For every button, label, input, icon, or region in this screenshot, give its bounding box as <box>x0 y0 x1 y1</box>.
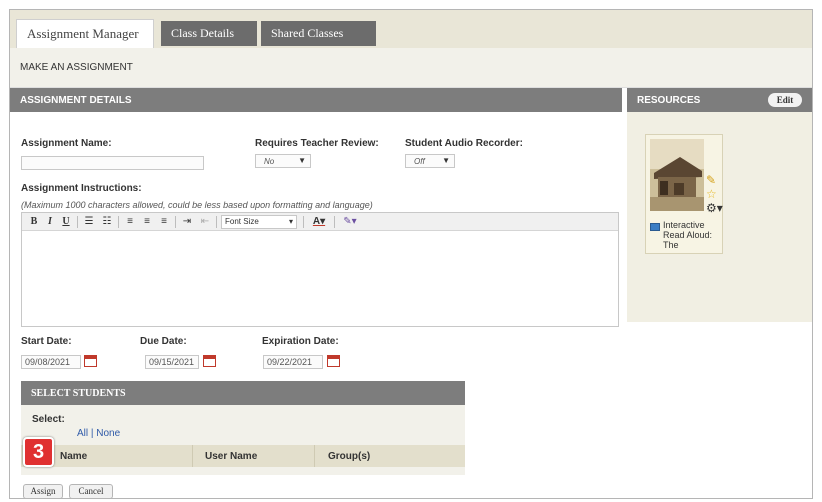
pencil-icon[interactable]: ✎ <box>706 173 720 187</box>
tab-shared-classes[interactable]: Shared Classes <box>261 21 376 46</box>
chevron-down-icon: ▾ <box>288 217 293 226</box>
toolbar-divider <box>334 216 335 228</box>
resource-thumbnail <box>650 139 704 211</box>
chevron-down-icon: ▼ <box>298 156 306 165</box>
tab-class-details[interactable]: Class Details <box>161 21 257 46</box>
teacher-review-select[interactable]: No ▼ <box>255 154 311 168</box>
due-date-label: Due Date: <box>140 336 187 347</box>
select-students-header: SELECT STUDENTS <box>21 381 465 405</box>
instructions-hint: (Maximum 1000 characters allowed, could … <box>21 200 373 210</box>
indent-icon[interactable]: ⇥ <box>180 215 194 229</box>
calendar-icon[interactable] <box>84 355 97 367</box>
toolbar-divider <box>118 216 119 228</box>
resources-header: RESOURCES Edit <box>627 88 812 112</box>
tab-bar: Assignment Manager Class Details Shared … <box>10 10 812 48</box>
toolbar-divider <box>77 216 78 228</box>
instructions-editor[interactable]: B I U ☰ ☷ ≡ ≡ ≡ ⇥ ⇤ Font Size ▾ A▾ ✎▾ <box>21 212 619 327</box>
column-header-groups[interactable]: Group(s) <box>328 451 370 462</box>
outdent-icon: ⇤ <box>200 216 210 227</box>
text-color-icon[interactable]: A▾ <box>308 215 330 229</box>
edit-resources-button[interactable]: Edit <box>768 93 802 107</box>
italic-icon[interactable]: I <box>44 215 56 229</box>
editor-toolbar: B I U ☰ ☷ ≡ ≡ ≡ ⇥ ⇤ Font Size ▾ A▾ ✎▾ <box>22 213 618 231</box>
tab-assignment-manager[interactable]: Assignment Manager <box>16 19 154 48</box>
cancel-button[interactable]: Cancel <box>69 484 113 499</box>
resource-card[interactable]: ✎ ☆ ⚙▾ Interactive Read Aloud: The <box>645 134 723 254</box>
toolbar-divider <box>303 216 304 228</box>
resource-title[interactable]: Interactive Read Aloud: The <box>663 220 721 250</box>
audio-recorder-value: Off <box>414 157 425 166</box>
column-header-user-name[interactable]: User Name <box>205 451 257 462</box>
teacher-review-label: Requires Teacher Review: <box>255 138 379 149</box>
teacher-review-value: No <box>264 157 275 166</box>
gear-icon[interactable]: ⚙▾ <box>706 201 723 215</box>
column-header-name[interactable]: Name <box>60 451 87 462</box>
page-title: MAKE AN ASSIGNMENT <box>10 48 812 88</box>
font-size-label: Font Size <box>225 217 259 226</box>
font-size-select[interactable]: Font Size ▾ <box>221 215 297 229</box>
expiration-date-label: Expiration Date: <box>262 336 339 347</box>
expiration-date-input[interactable]: 09/22/2021 <box>263 355 323 369</box>
audio-recorder-label: Student Audio Recorder: <box>405 138 523 149</box>
audio-recorder-select[interactable]: Off ▼ <box>405 154 455 168</box>
assign-button[interactable]: Assign <box>23 484 63 499</box>
bold-icon[interactable]: B <box>28 215 40 229</box>
assignment-name-input[interactable] <box>21 156 204 170</box>
column-divider <box>314 445 315 467</box>
chevron-down-icon: ▼ <box>442 156 450 165</box>
start-date-label: Start Date: <box>21 336 72 347</box>
calendar-icon[interactable] <box>203 355 216 367</box>
toolbar-divider <box>175 216 176 228</box>
due-date-input[interactable]: 09/15/2021 <box>145 355 199 369</box>
bullet-list-icon[interactable]: ☰ <box>82 215 96 229</box>
select-all-none-links[interactable]: All | None <box>77 428 120 439</box>
column-divider <box>192 445 193 467</box>
assignment-manager-window: Assignment Manager Class Details Shared … <box>9 9 813 499</box>
assignment-details-header: ASSIGNMENT DETAILS <box>10 88 622 112</box>
align-center-icon[interactable]: ≡ <box>140 215 154 229</box>
spellcheck-icon[interactable]: ✎▾ <box>339 215 361 229</box>
star-icon[interactable]: ☆ <box>706 187 720 201</box>
align-right-icon[interactable]: ≡ <box>157 215 171 229</box>
instructions-label: Assignment Instructions: <box>21 183 142 194</box>
resources-panel: ✎ ☆ ⚙▾ Interactive Read Aloud: The <box>627 112 812 322</box>
resources-title: RESOURCES <box>637 95 701 106</box>
underline-icon[interactable]: U <box>60 215 72 229</box>
calendar-icon[interactable] <box>327 355 340 367</box>
numbered-list-icon[interactable]: ☷ <box>100 215 114 229</box>
select-label: Select: <box>32 414 65 425</box>
toolbar-divider <box>216 216 217 228</box>
start-date-input[interactable]: 09/08/2021 <box>21 355 81 369</box>
step-callout-badge: 3 <box>23 437 54 467</box>
assignment-name-label: Assignment Name: <box>21 138 112 149</box>
align-left-icon[interactable]: ≡ <box>123 215 137 229</box>
document-icon <box>650 223 660 231</box>
